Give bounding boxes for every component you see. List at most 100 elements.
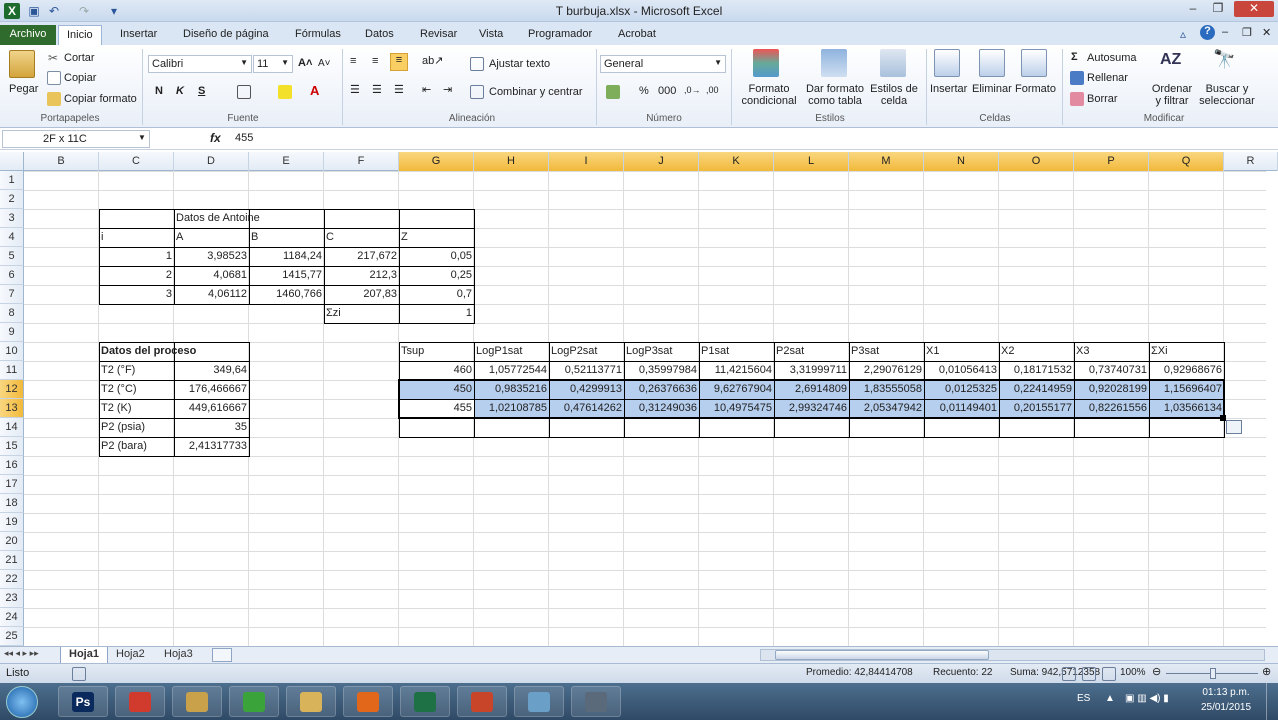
horizontal-scroll-thumb[interactable] [775,650,989,660]
copy-button[interactable]: Copiar [64,72,96,84]
sort-filter-icon[interactable]: AZ [1160,51,1181,69]
cell-l12[interactable]: 2,6914809 [774,380,849,399]
cell-j12[interactable]: 0,26376636 [624,380,699,399]
tab-datos[interactable]: Datos [357,25,402,46]
cell-n12[interactable]: 0,0125325 [924,380,999,399]
cell-k12[interactable]: 9,62767904 [699,380,774,399]
select-all-corner[interactable] [0,152,24,171]
column-header-n[interactable]: N [924,152,999,171]
cell-d15[interactable]: 2,41317733 [174,437,249,456]
find-select-icon[interactable]: 🔭 [1213,49,1235,70]
increase-decimal-icon[interactable]: ,0→ [684,85,701,95]
cell-c12[interactable]: T2 (°C) [99,380,174,399]
grow-font-icon[interactable]: A˄ [298,57,312,69]
tab-diseno-pagina[interactable]: Diseño de página [175,25,277,46]
cell-g4[interactable]: Z [399,228,474,247]
font-size-select[interactable]: 11 ▼ [253,55,293,73]
row-header-8[interactable]: 8 [0,304,24,323]
conditional-format-icon[interactable] [753,49,779,77]
column-header-q[interactable]: Q [1149,152,1224,171]
name-box-dropdown-icon[interactable]: ▼ [138,133,146,142]
horizontal-scrollbar[interactable] [760,649,1265,661]
decrease-indent-icon[interactable]: ⇤ [422,83,431,96]
cell-g13[interactable]: 455 [399,399,474,418]
cell-d4[interactable]: A [174,228,249,247]
conditional-format-button[interactable]: Formato condicional [737,83,801,107]
row-header-2[interactable]: 2 [0,190,24,209]
column-header-o[interactable]: O [999,152,1074,171]
merge-center-button[interactable]: Combinar y centrar [489,86,583,98]
row-header-24[interactable]: 24 [0,608,24,627]
cell-m10[interactable]: P3sat [849,342,924,361]
cell-i13[interactable]: 0,47614262 [549,399,624,418]
cell-i12[interactable]: 0,4299913 [549,380,624,399]
cell-m11[interactable]: 2,29076129 [849,361,924,380]
cell-c13[interactable]: T2 (K) [99,399,174,418]
cell-p12[interactable]: 0,92028199 [1074,380,1149,399]
row-header-10[interactable]: 10 [0,342,24,361]
align-bottom-icon[interactable]: ≡ [390,53,408,71]
align-right-icon[interactable]: ☰ [394,83,404,96]
cell-q10[interactable]: ΣXi [1149,342,1224,361]
cell-c7[interactable]: 3 [99,285,174,304]
cell-styles-icon[interactable] [880,49,906,77]
fill-color-icon[interactable] [278,85,292,99]
format-table-icon[interactable] [821,49,847,77]
row-header-19[interactable]: 19 [0,513,24,532]
cell-f8[interactable]: Σzi [324,304,399,323]
cut-icon[interactable]: ✂ [48,51,58,65]
doc-restore-icon[interactable]: ❐ [1242,26,1252,39]
zoom-in-icon[interactable]: ⊕ [1262,665,1271,678]
tab-vista[interactable]: Vista [471,25,511,46]
row-header-20[interactable]: 20 [0,532,24,551]
cell-f4[interactable]: C [324,228,399,247]
cell-d3[interactable]: Datos de Antoine [174,209,322,228]
delete-cells-icon[interactable] [979,49,1005,77]
normal-view-icon[interactable] [1062,667,1076,681]
taskbar-app-0[interactable]: Ps [58,686,108,717]
autosum-icon[interactable]: Σ [1071,51,1078,63]
cell-p13[interactable]: 0,82261556 [1074,399,1149,418]
cell-m13[interactable]: 2,05347942 [849,399,924,418]
insert-function-icon[interactable]: fx [210,131,221,145]
cell-g7[interactable]: 0,7 [399,285,474,304]
cell-q11[interactable]: 0,92968676 [1149,361,1224,380]
insert-cells-button[interactable]: Insertar [930,83,967,95]
number-format-select[interactable]: General ▼ [600,55,726,73]
taskbar-app-1[interactable]: Chrome [115,686,165,717]
row-header-12[interactable]: 12 [0,380,24,399]
cell-h11[interactable]: 1,05772544 [474,361,549,380]
cell-c5[interactable]: 1 [99,247,174,266]
cell-g11[interactable]: 460 [399,361,474,380]
row-header-11[interactable]: 11 [0,361,24,380]
cell-j11[interactable]: 0,35997984 [624,361,699,380]
cell-h12[interactable]: 0,9835216 [474,380,549,399]
clock-time[interactable]: 01:13 p.m. [1196,687,1256,698]
page-layout-icon[interactable] [1082,667,1096,681]
cell-l13[interactable]: 2,99324746 [774,399,849,418]
cell-d11[interactable]: 349,64 [174,361,249,380]
column-header-h[interactable]: H [474,152,549,171]
row-header-9[interactable]: 9 [0,323,24,342]
cell-f6[interactable]: 212,3 [324,266,399,285]
cell-h10[interactable]: LogP1sat [474,342,549,361]
tab-revisar[interactable]: Revisar [412,25,465,46]
column-header-e[interactable]: E [249,152,324,171]
cell-f7[interactable]: 207,83 [324,285,399,304]
taskbar-app-6[interactable]: Excel [400,686,450,717]
tab-insertar[interactable]: Insertar [112,25,165,46]
start-button-icon[interactable] [6,686,38,718]
cell-m12[interactable]: 1,83555058 [849,380,924,399]
ribbon-minimize-icon[interactable]: ▵ [1180,27,1186,41]
cell-d6[interactable]: 4,0681 [174,266,249,285]
taskbar-app-7[interactable]: PowerPoint [457,686,507,717]
cell-k13[interactable]: 10,4975475 [699,399,774,418]
row-header-18[interactable]: 18 [0,494,24,513]
column-header-b[interactable]: B [24,152,99,171]
delete-cells-button[interactable]: Eliminar [972,83,1012,95]
cell-n11[interactable]: 0,01056413 [924,361,999,380]
tray-arrow-icon[interactable]: ▲ [1105,693,1115,704]
italic-button[interactable]: K [176,85,184,97]
tab-formulas[interactable]: Fórmulas [287,25,349,46]
align-top-icon[interactable]: ≡ [350,55,356,67]
